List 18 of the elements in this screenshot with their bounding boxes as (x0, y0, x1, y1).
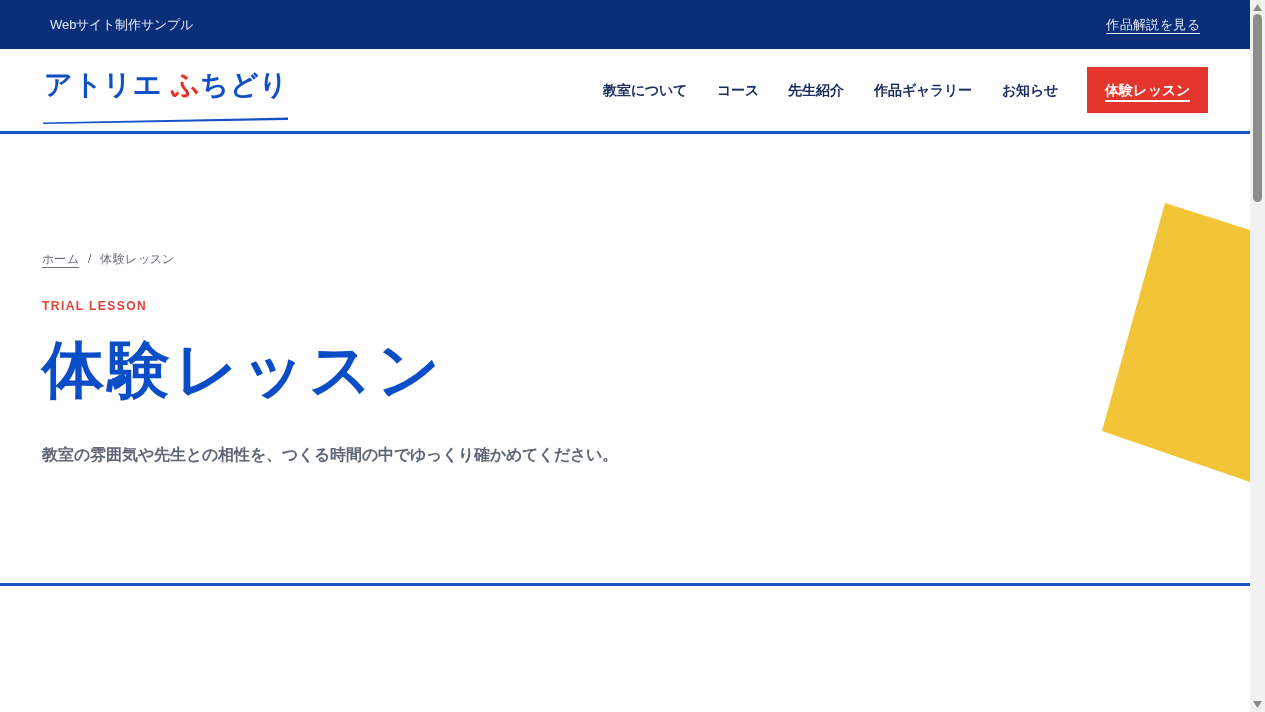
site-label: Webサイト制作サンプル (50, 15, 194, 34)
breadcrumb-link[interactable]: ホーム (42, 250, 80, 268)
breadcrumb-current: 体験レッスン (100, 251, 175, 268)
scroll-down-icon[interactable] (1253, 701, 1262, 708)
eyebrow-label: TRIAL LESSON (42, 298, 148, 314)
scrollbar-thumb[interactable] (1253, 14, 1262, 202)
logo-text[interactable]: アトリエ ふちどり (42, 68, 289, 102)
nav-link[interactable]: 先生紹介 (788, 79, 845, 101)
trial-lesson-button[interactable]: 体験レッスン (1087, 67, 1208, 113)
explanation-link[interactable]: 作品解説を見る (1106, 14, 1200, 35)
nav-link[interactable]: お知らせ (1001, 79, 1059, 101)
page-title: 体験レッスン (42, 334, 445, 406)
scroll-up-icon[interactable] (1253, 4, 1262, 11)
breadcrumb-separator: / (88, 251, 92, 268)
nav-link[interactable]: 教室について (602, 79, 688, 101)
nav-link[interactable]: 作品ギャラリー (873, 79, 973, 101)
nav-link[interactable]: コース (716, 79, 760, 101)
page-description: 教室の雰囲気や先生との相性を、つくる時間の中でゆっくり確かめてください。 (42, 445, 618, 465)
